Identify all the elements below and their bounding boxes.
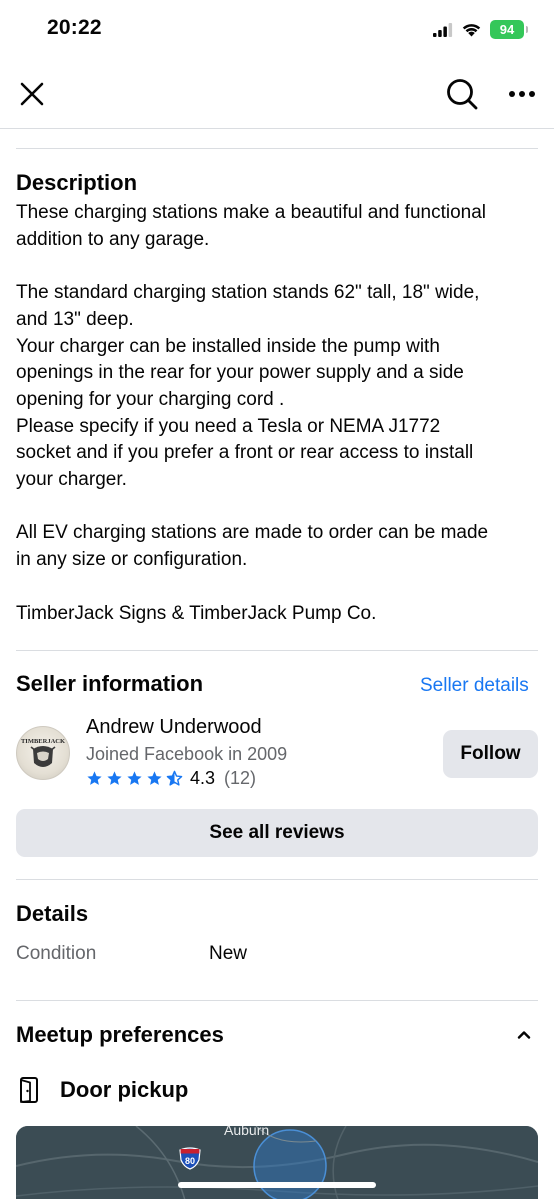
star-icon	[127, 771, 142, 785]
section-divider	[16, 148, 538, 149]
avatar[interactable]: TIMBERJACK	[16, 726, 70, 780]
description-heading: Description	[16, 170, 138, 195]
star-icon	[87, 771, 102, 785]
status-bar: 20:22 94	[0, 0, 554, 60]
signal-icon	[433, 22, 453, 37]
meetup-heading: Meetup preferences	[16, 1022, 224, 1047]
svg-text:TIMBERJACK: TIMBERJACK	[21, 738, 65, 745]
section-divider	[16, 879, 538, 880]
half-star-icon	[166, 770, 183, 786]
seller-name[interactable]: Andrew Underwood	[86, 716, 262, 739]
seller-logo-icon: TIMBERJACK	[21, 738, 65, 767]
close-icon	[20, 82, 44, 106]
see-all-reviews-button[interactable]: See all reviews	[16, 809, 538, 857]
seller-joined: Joined Facebook in 2009	[86, 744, 288, 764]
seller-rating: 4.3 (12)	[86, 768, 256, 789]
star-icon	[147, 771, 162, 785]
door-pickup-label: Door pickup	[60, 1077, 189, 1102]
map-background	[16, 1126, 538, 1199]
close-button[interactable]	[12, 74, 52, 114]
wifi-icon	[462, 24, 481, 37]
section-divider	[16, 1000, 538, 1001]
meetup-map[interactable]: Auburn 80	[16, 1126, 538, 1199]
home-indicator	[178, 1182, 376, 1188]
review-count: (12)	[224, 768, 257, 788]
section-divider	[16, 650, 538, 651]
chevron-up-icon	[517, 1030, 531, 1039]
nav-divider	[0, 128, 554, 129]
search-icon	[447, 79, 478, 110]
more-options-button[interactable]	[502, 74, 542, 114]
details-heading: Details	[16, 901, 89, 926]
more-icon	[509, 91, 535, 97]
rating-value: 4.3	[190, 768, 216, 788]
collapse-meetup-button[interactable]	[510, 1020, 538, 1048]
svg-text:80: 80	[185, 1156, 195, 1166]
follow-button[interactable]: Follow	[443, 730, 538, 778]
condition-value: New	[209, 943, 248, 964]
status-time: 20:22	[47, 16, 102, 39]
seller-details-link[interactable]: Seller details	[420, 675, 529, 697]
star-icon	[107, 771, 122, 785]
seller-info-heading: Seller information	[16, 671, 204, 696]
battery-icon: 94	[490, 20, 528, 39]
condition-label: Condition	[16, 943, 97, 964]
map-city-label: Auburn	[224, 1126, 270, 1138]
status-icons: 94	[433, 20, 528, 39]
top-nav	[0, 66, 554, 124]
interstate-shield-icon: 80	[179, 1147, 201, 1170]
search-button[interactable]	[442, 74, 482, 114]
description-text: These charging stations make a beautiful…	[16, 202, 489, 624]
door-icon	[20, 1077, 38, 1103]
